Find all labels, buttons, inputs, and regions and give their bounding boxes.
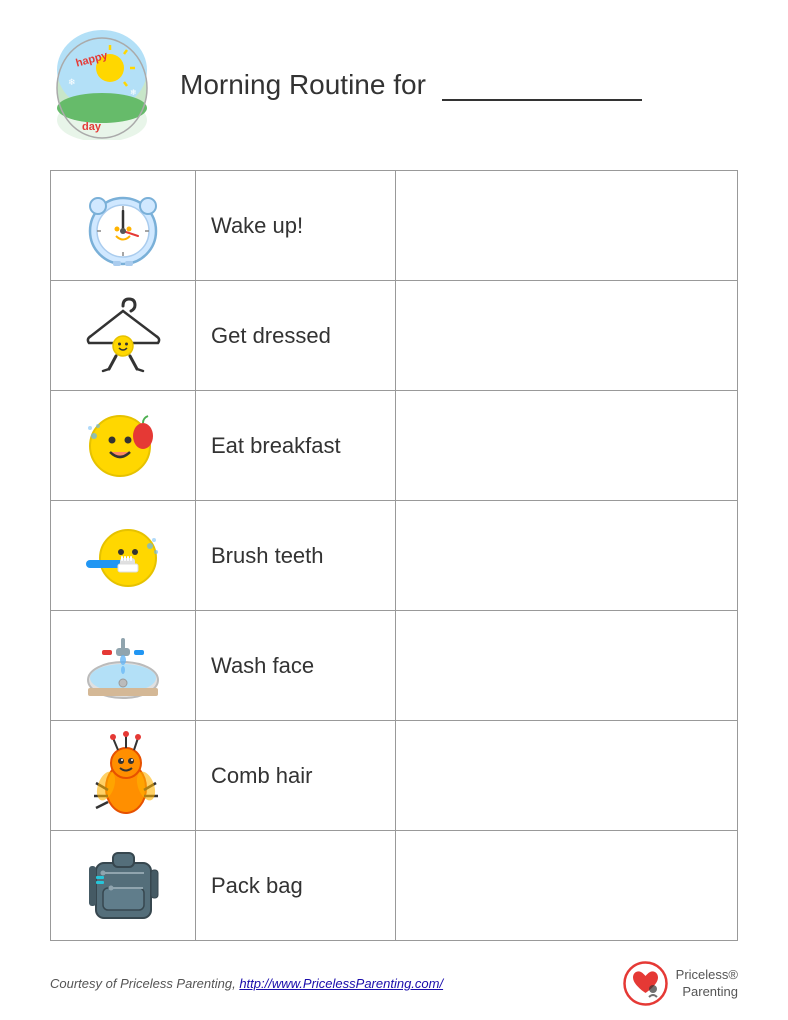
title-label: Morning Routine for [180, 69, 426, 100]
check-cell-eat-breakfast [396, 391, 738, 501]
label-cell-get-dressed: Get dressed [196, 281, 396, 391]
icon-cell-pack-bag [51, 831, 196, 941]
table-row: Pack bag [51, 831, 738, 941]
icon-cell-get-dressed [51, 281, 196, 391]
table-row: Wash face [51, 611, 738, 721]
table-row: Eat breakfast [51, 391, 738, 501]
check-cell-comb-hair [396, 721, 738, 831]
title-underline [442, 97, 642, 101]
footer-brand: Priceless® Parenting [623, 961, 738, 1006]
check-cell-brush-teeth [396, 501, 738, 611]
icon-cell-wash-face [51, 611, 196, 721]
happy-day-logo: ❄ ❄ happy day [50, 30, 155, 140]
row-label: Comb hair [211, 763, 312, 788]
page: ❄ ❄ happy day Morning Routine for [0, 0, 788, 1020]
footer-text: Courtesy of Priceless Parenting, http://… [50, 976, 443, 991]
icon-cell-eat-breakfast [51, 391, 196, 501]
svg-text:❄: ❄ [130, 88, 137, 97]
footer-brand-text: Priceless® Parenting [676, 967, 738, 1001]
priceless-parenting-logo [623, 961, 668, 1006]
row-label: Eat breakfast [211, 433, 341, 458]
clock-icon [78, 181, 168, 271]
brush-teeth-icon [78, 508, 168, 598]
check-cell-wash-face [396, 611, 738, 721]
page-title: Morning Routine for [180, 69, 642, 101]
brand-sub: Parenting [676, 984, 738, 1001]
icon-cell-brush-teeth [51, 501, 196, 611]
icon-cell-wake-up [51, 171, 196, 281]
table-row: Wake up! [51, 171, 738, 281]
row-label: Get dressed [211, 323, 331, 348]
breakfast-icon [78, 398, 168, 488]
check-cell-wake-up [396, 171, 738, 281]
row-label: Wake up! [211, 213, 303, 238]
row-label: Wash face [211, 653, 314, 678]
label-cell-comb-hair: Comb hair [196, 721, 396, 831]
icon-cell-comb-hair [51, 721, 196, 831]
table-row: Brush teeth [51, 501, 738, 611]
routine-table: Wake up! [50, 170, 738, 941]
check-cell-get-dressed [396, 281, 738, 391]
label-cell-wake-up: Wake up! [196, 171, 396, 281]
pack-bag-icon [81, 838, 166, 928]
table-row: Get dressed [51, 281, 738, 391]
brand-name: Priceless® [676, 967, 738, 984]
footer-link[interactable]: http://www.PricelessParenting.com/ [239, 976, 443, 991]
svg-text:day: day [82, 121, 102, 133]
logo-area: ❄ ❄ happy day [50, 30, 160, 140]
comb-hair-icon [78, 728, 168, 818]
footer: Courtesy of Priceless Parenting, http://… [50, 956, 738, 1006]
header: ❄ ❄ happy day Morning Routine for [50, 30, 738, 150]
check-cell-pack-bag [396, 831, 738, 941]
courtesy-label: Courtesy of Priceless Parenting, [50, 976, 236, 991]
row-label: Pack bag [211, 873, 303, 898]
svg-text:❄: ❄ [68, 77, 76, 87]
hanger-icon [81, 291, 166, 376]
table-row: Comb hair [51, 721, 738, 831]
title-area: Morning Routine for [180, 69, 738, 101]
label-cell-eat-breakfast: Eat breakfast [196, 391, 396, 501]
row-label: Brush teeth [211, 543, 324, 568]
label-cell-wash-face: Wash face [196, 611, 396, 721]
wash-face-icon [78, 618, 168, 708]
label-cell-pack-bag: Pack bag [196, 831, 396, 941]
label-cell-brush-teeth: Brush teeth [196, 501, 396, 611]
